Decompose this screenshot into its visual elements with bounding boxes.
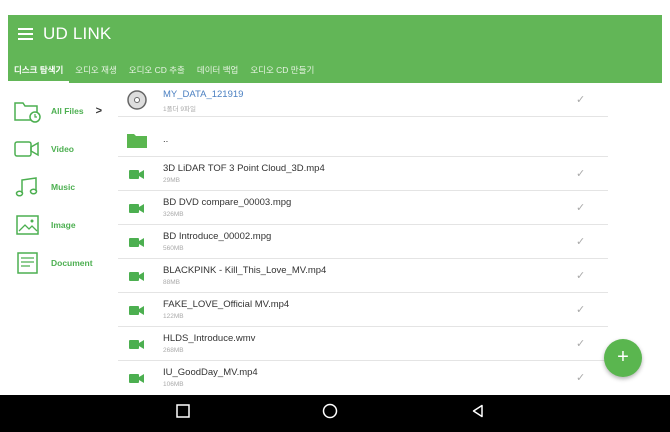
video-camera-icon [126, 199, 148, 217]
file-name: IU_GoodDay_MV.mp4 [163, 367, 258, 378]
tab-data-backup[interactable]: 데이터 백업 [191, 59, 244, 83]
disc-name: MY_DATA_121919 [163, 89, 244, 100]
file-row[interactable]: 3D LiDAR TOF 3 Point Cloud_3D.mp4 29MB ✓ [118, 157, 608, 191]
tab-disc-explorer[interactable]: 디스크 탐색기 [8, 59, 70, 83]
file-size: 29MB [163, 177, 180, 184]
sidebar-item-label: Image [51, 220, 76, 230]
checkmark-icon[interactable]: ✓ [576, 167, 585, 180]
file-name: FAKE_LOVE_Official MV.mp4 [163, 299, 290, 310]
document-icon [11, 250, 45, 276]
file-size: 106MB [163, 381, 184, 388]
folder-icon [126, 131, 148, 149]
video-camera-icon [126, 233, 148, 251]
checkmark-icon[interactable]: ✓ [576, 371, 585, 384]
back-icon[interactable] [468, 401, 488, 421]
add-button[interactable]: + [604, 339, 642, 377]
sidebar: All Files > Video Music Image Document [8, 83, 118, 395]
tab-audio-cd-burn[interactable]: 오디오 CD 만들기 [244, 59, 320, 83]
tab-audio-cd-rip[interactable]: 오디오 CD 추출 [123, 59, 191, 83]
video-camera-icon [126, 335, 148, 353]
file-size: 268MB [163, 347, 184, 354]
sidebar-item-all-files[interactable]: All Files > [8, 93, 118, 129]
file-row[interactable]: FAKE_LOVE_Official MV.mp4 122MB ✓ [118, 293, 608, 327]
file-row[interactable]: HLDS_Introduce.wmv 268MB ✓ [118, 327, 608, 361]
file-row[interactable]: BD DVD compare_00003.mpg 326MB ✓ [118, 191, 608, 225]
tab-audio-playback[interactable]: 오디오 재생 [69, 59, 122, 83]
sidebar-item-label: Music [51, 182, 76, 192]
sidebar-item-document[interactable]: Document [8, 245, 118, 281]
file-name: 3D LiDAR TOF 3 Point Cloud_3D.mp4 [163, 163, 325, 174]
file-size: 326MB [163, 211, 184, 218]
video-camera-icon [126, 369, 148, 387]
music-icon [11, 174, 45, 200]
sidebar-item-label: Document [51, 258, 93, 268]
sidebar-item-label: All Files [51, 106, 84, 116]
all-files-icon [11, 98, 45, 124]
disc-row[interactable]: MY_DATA_121919 1폴더 9파일 ✓ [118, 83, 608, 117]
file-size: 88MB [163, 279, 180, 286]
checkmark-icon[interactable]: ✓ [576, 201, 585, 214]
checkmark-icon[interactable]: ✓ [576, 337, 585, 350]
app-title: UD LINK [43, 24, 112, 43]
sidebar-item-label: Video [51, 144, 74, 154]
recent-apps-icon[interactable] [173, 401, 193, 421]
checkmark-icon[interactable]: ✓ [576, 93, 585, 106]
parent-folder-name: .. [163, 134, 169, 145]
app-bar: UD LINK 디스크 탐색기 오디오 재생 오디오 CD 추출 데이터 백업 … [8, 15, 662, 83]
chevron-right-icon: > [95, 105, 103, 117]
video-camera-icon [126, 301, 148, 319]
disc-icon [126, 90, 148, 110]
video-camera-icon [126, 267, 148, 285]
tab-bar: 디스크 탐색기 오디오 재생 오디오 CD 추출 데이터 백업 오디오 CD 만… [8, 59, 320, 83]
file-size: 122MB [163, 313, 184, 320]
image-icon [11, 212, 45, 238]
file-name: HLDS_Introduce.wmv [163, 333, 256, 344]
sidebar-item-video[interactable]: Video [8, 131, 118, 167]
file-row[interactable]: BD Introduce_00002.mpg 560MB ✓ [118, 225, 608, 259]
file-name: BLACKPINK - Kill_This_Love_MV.mp4 [163, 265, 327, 276]
file-row[interactable]: IU_GoodDay_MV.mp4 106MB ✓ [118, 361, 608, 395]
system-nav-bar [0, 395, 670, 432]
video-camera-icon [126, 165, 148, 183]
disc-info: 1폴더 9파일 [163, 106, 196, 113]
file-size: 560MB [163, 245, 184, 252]
file-list: MY_DATA_121919 1폴더 9파일 ✓ .. 3D LiDAR TOF… [118, 83, 608, 395]
checkmark-icon[interactable]: ✓ [576, 269, 585, 282]
file-name: BD Introduce_00002.mpg [163, 231, 272, 242]
file-name: BD DVD compare_00003.mpg [163, 197, 292, 208]
home-icon[interactable] [320, 401, 340, 421]
sidebar-item-image[interactable]: Image [8, 207, 118, 243]
video-icon [11, 136, 45, 162]
parent-folder-row[interactable]: .. [118, 123, 608, 157]
file-row[interactable]: BLACKPINK - Kill_This_Love_MV.mp4 88MB ✓ [118, 259, 608, 293]
hamburger-icon[interactable] [18, 28, 33, 40]
checkmark-icon[interactable]: ✓ [576, 235, 585, 248]
checkmark-icon[interactable]: ✓ [576, 303, 585, 316]
sidebar-item-music[interactable]: Music [8, 169, 118, 205]
